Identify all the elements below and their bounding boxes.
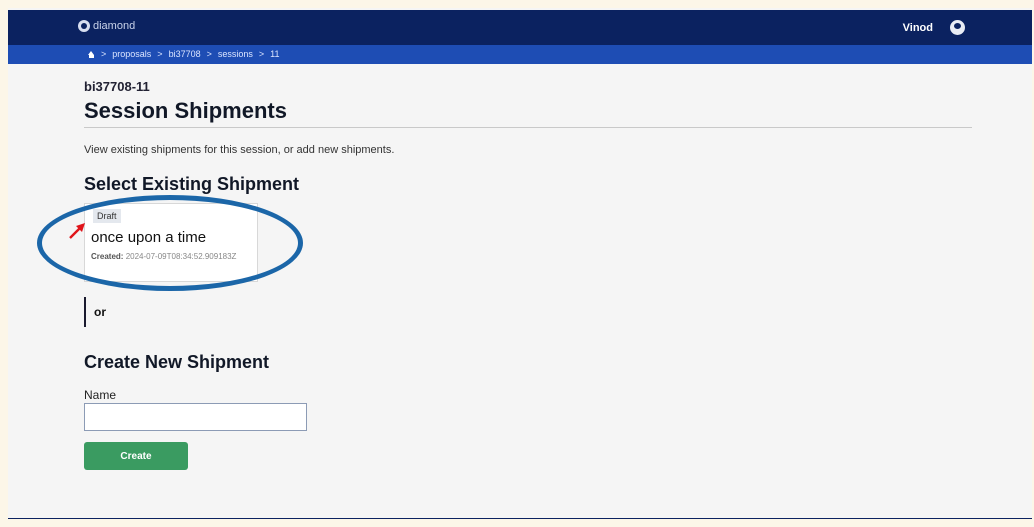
user-avatar-icon[interactable] [950, 20, 965, 35]
name-label: Name [84, 388, 117, 402]
shipment-name: once upon a time [91, 229, 207, 246]
diamond-logo[interactable]: diamond [78, 20, 135, 32]
select-existing-heading: Select Existing Shipment [84, 174, 300, 194]
breadcrumb-separator: > [157, 49, 163, 59]
user-menu[interactable]: Vinod [903, 20, 965, 35]
breadcrumb-proposals[interactable]: proposals [112, 49, 151, 59]
breadcrumb-separator: > [258, 49, 265, 59]
user-name: Vinod [902, 21, 933, 34]
shipment-created: Created: 2024-07-09T08:34:52.909183Z [91, 251, 241, 262]
logo-text: diamond [93, 20, 136, 32]
page-title: Session Shipments [84, 98, 972, 128]
footer-bar [8, 518, 1034, 527]
shipment-card[interactable]: Draft once upon a time Created: 2024-07-… [84, 203, 258, 282]
session-id: bi37708-11 [84, 79, 150, 94]
breadcrumb-sessions[interactable]: sessions [218, 49, 253, 59]
create-button[interactable]: Create [84, 442, 188, 470]
annotation-arrow-icon [69, 223, 85, 239]
or-divider: or [84, 297, 106, 327]
breadcrumb-separator: > [206, 49, 212, 59]
page-description: View existing shipments for this session… [84, 144, 395, 156]
name-input[interactable] [84, 403, 307, 431]
top-navigation-bar: diamond Vinod [8, 10, 1032, 45]
created-value: 2024-07-09T08:34:52.909183Z [125, 252, 237, 261]
create-new-heading: Create New Shipment [84, 352, 270, 372]
home-icon[interactable] [88, 50, 95, 58]
page-header: bi37708-11 Session Shipments View existi… [84, 79, 972, 156]
or-text: or [94, 305, 106, 319]
created-label: Created: [91, 252, 124, 261]
status-badge: Draft [93, 209, 121, 223]
diamond-logo-icon [78, 20, 90, 32]
breadcrumb-session-number[interactable]: 11 [270, 49, 279, 59]
breadcrumb-separator: > [101, 49, 107, 59]
breadcrumb: > proposals > bi37708 > sessions > 11 [8, 45, 1032, 64]
breadcrumb-proposal-id[interactable]: bi37708 [169, 49, 201, 59]
